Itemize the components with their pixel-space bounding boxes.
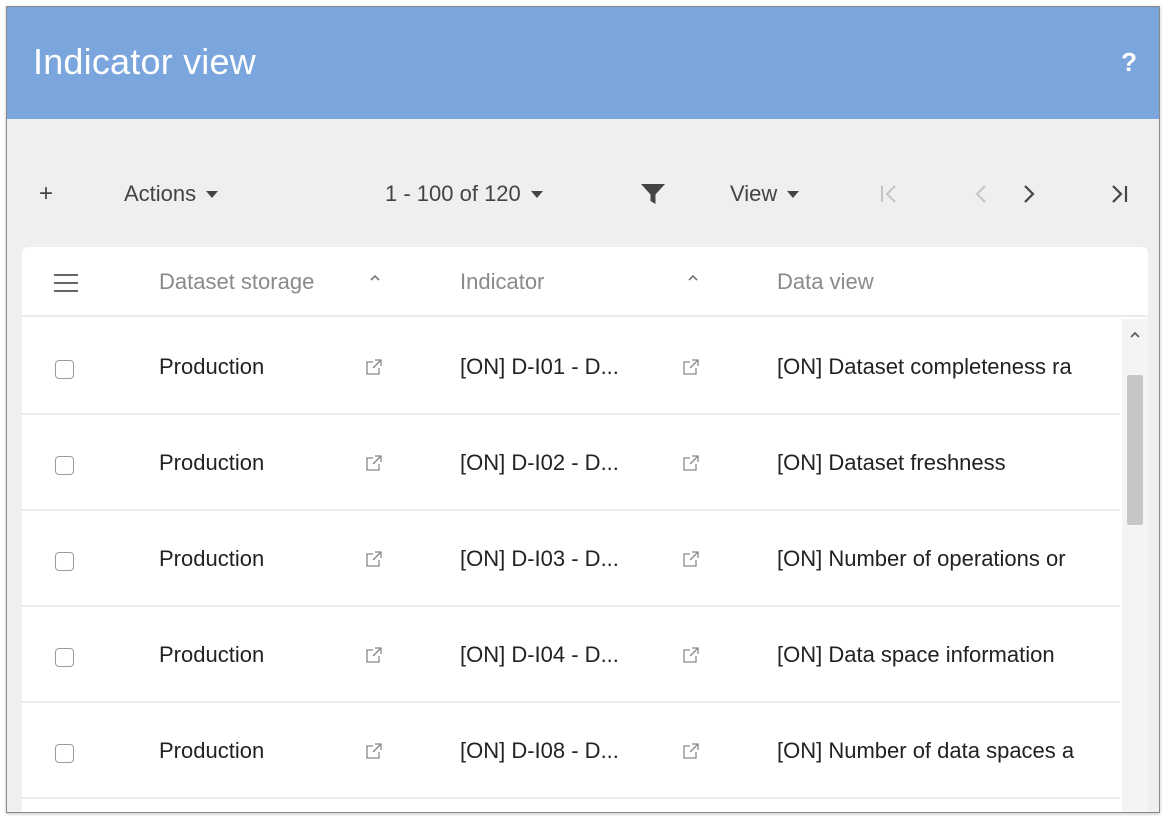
caret-down-icon: [530, 190, 543, 198]
cell-indicator: [ON] D-I08 - D...: [460, 738, 619, 763]
column-menu-icon[interactable]: [54, 274, 78, 292]
row-checkbox[interactable]: [55, 648, 74, 667]
sort-ascending-icon[interactable]: [686, 271, 700, 290]
chevron-right-icon: [1024, 185, 1035, 203]
toolbar: + Actions 1 - 100 of 120 View: [7, 119, 1159, 247]
data-grid: Dataset storage Indicator Data view Prod…: [22, 247, 1148, 812]
table-row[interactable]: Production [ON] D-I04 - D... [ON] Data s…: [22, 607, 1120, 703]
table-row[interactable]: Production [ON] D-I03 - D... [ON] Number…: [22, 511, 1120, 607]
cell-indicator: [ON] D-I03 - D...: [460, 546, 619, 571]
view-menu[interactable]: View: [730, 179, 800, 209]
chevron-left-icon: [975, 185, 986, 203]
scrollbar-thumb[interactable]: [1127, 375, 1143, 525]
cell-indicator: [ON] D-I04 - D...: [460, 642, 619, 667]
cell-indicator: [ON] D-I01 - D...: [460, 354, 619, 379]
external-link-icon[interactable]: [682, 454, 700, 472]
filter-button[interactable]: [640, 179, 666, 209]
cell-dataset-storage: Production: [159, 642, 265, 667]
cell-data-view: [ON] Dataset completeness ra: [777, 354, 1072, 379]
external-link-icon[interactable]: [682, 358, 700, 376]
cell-dataset-storage: Production: [159, 546, 265, 571]
external-link-icon[interactable]: [365, 646, 383, 664]
actions-menu[interactable]: Actions: [124, 179, 219, 209]
external-link-icon[interactable]: [682, 550, 700, 568]
cell-dataset-storage: Production: [159, 354, 265, 379]
column-header-dataset-storage[interactable]: Dataset storage: [159, 269, 314, 295]
row-checkbox[interactable]: [55, 456, 74, 475]
external-link-icon[interactable]: [365, 454, 383, 472]
first-page-button[interactable]: [879, 179, 899, 209]
external-link-icon[interactable]: [682, 646, 700, 664]
grid-body: Production [ON] D-I01 - D... [ON] Datase…: [22, 319, 1120, 799]
funnel-icon: [641, 184, 665, 204]
previous-page-button[interactable]: [973, 179, 989, 209]
external-link-icon[interactable]: [365, 550, 383, 568]
sort-ascending-icon[interactable]: [368, 271, 382, 290]
external-link-icon[interactable]: [365, 742, 383, 760]
title-bar: Indicator view ?: [7, 7, 1159, 119]
table-row[interactable]: Production [ON] D-I08 - D... [ON] Number…: [22, 703, 1120, 799]
vertical-scrollbar[interactable]: [1122, 319, 1148, 812]
help-button[interactable]: ?: [1121, 47, 1137, 78]
caret-down-icon: [206, 190, 219, 198]
cell-data-view: [ON] Dataset freshness: [777, 450, 1006, 475]
add-button[interactable]: +: [39, 179, 53, 209]
last-page-icon: [1112, 185, 1128, 203]
cell-dataset-storage: Production: [159, 738, 265, 763]
cell-data-view: [ON] Number of operations or: [777, 546, 1066, 571]
indicator-view-window: Indicator view ? + Actions 1 - 100 of 12…: [6, 6, 1160, 813]
scroll-up-icon[interactable]: [1129, 327, 1141, 343]
page-range-label: 1 - 100 of 120: [385, 181, 521, 206]
row-checkbox[interactable]: [55, 360, 74, 379]
cell-data-view: [ON] Data space information: [777, 642, 1055, 667]
last-page-button[interactable]: [1109, 179, 1129, 209]
cell-dataset-storage: Production: [159, 450, 265, 475]
view-label: View: [730, 181, 778, 206]
row-checkbox[interactable]: [55, 552, 74, 571]
cell-data-view: [ON] Number of data spaces a: [777, 738, 1075, 763]
column-header-indicator[interactable]: Indicator: [460, 269, 544, 295]
grid-header: Dataset storage Indicator Data view: [22, 247, 1148, 317]
first-page-icon: [881, 185, 896, 203]
actions-label: Actions: [124, 181, 197, 206]
external-link-icon[interactable]: [365, 358, 383, 376]
page-range-selector[interactable]: 1 - 100 of 120: [385, 179, 543, 209]
table-row[interactable]: Production [ON] D-I01 - D... [ON] Datase…: [22, 319, 1120, 415]
window-title: Indicator view: [33, 41, 256, 82]
table-row[interactable]: Production [ON] D-I02 - D... [ON] Datase…: [22, 415, 1120, 511]
external-link-icon[interactable]: [682, 742, 700, 760]
column-header-data-view[interactable]: Data view: [777, 269, 874, 295]
caret-down-icon: [787, 190, 800, 198]
next-page-button[interactable]: [1021, 179, 1037, 209]
cell-indicator: [ON] D-I02 - D...: [460, 450, 619, 475]
row-checkbox[interactable]: [55, 744, 74, 763]
